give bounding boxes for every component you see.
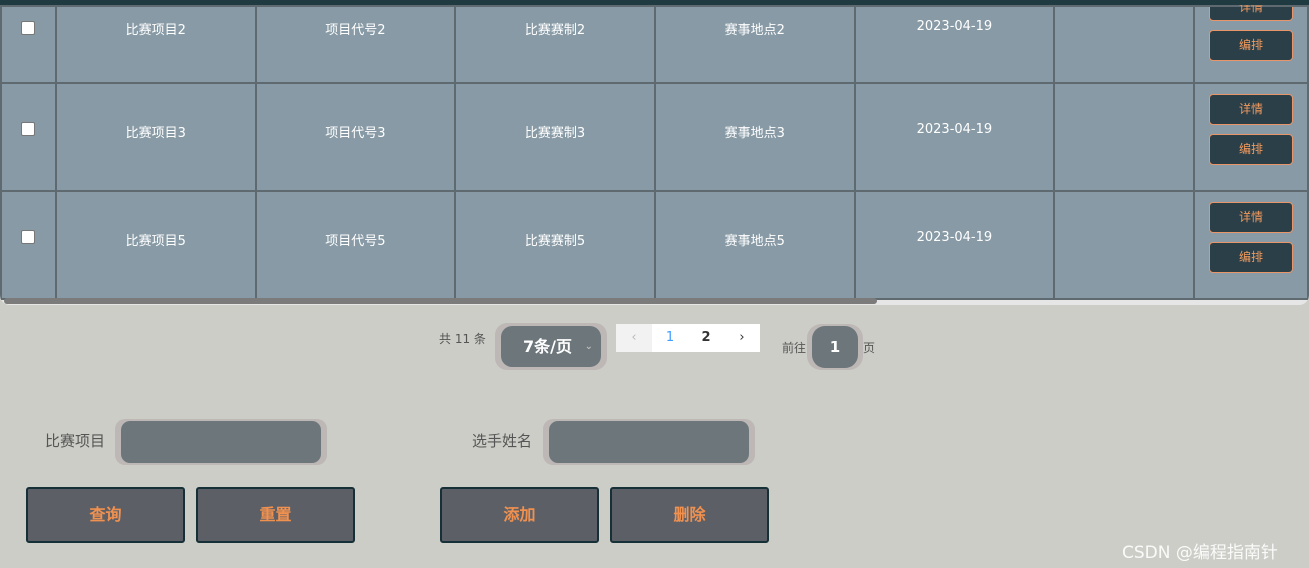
player-label: 选手姓名: [472, 432, 533, 450]
arrange-button[interactable]: 编排: [1209, 242, 1293, 273]
add-button[interactable]: 添加: [440, 487, 599, 543]
cell-extra: [1053, 190, 1195, 300]
cell-venue: 赛事地点3: [653, 82, 856, 192]
cell-project: 比赛项目5: [54, 190, 257, 300]
cell-extra: [1053, 5, 1195, 84]
chevron-down-icon: ⌄: [584, 341, 593, 352]
page-2-button[interactable]: 2: [688, 324, 724, 352]
cell-date: 2023-04-19: [853, 82, 1056, 192]
project-label: 比赛项目: [45, 432, 106, 450]
delete-button[interactable]: 删除: [610, 487, 769, 543]
goto-page-value: 1: [812, 326, 858, 368]
page-size-value: 7条/页: [523, 337, 572, 356]
pager: ‹ 1 2 ›: [616, 324, 760, 352]
table-row: 比赛项目3 项目代号3 比赛赛制3 赛事地点3 2023-04-19 详情 编排: [0, 82, 1309, 192]
chevron-right-icon[interactable]: ›: [724, 324, 760, 352]
horizontal-scrollbar[interactable]: [4, 298, 877, 304]
cell-format: 比赛赛制5: [454, 190, 656, 300]
chevron-left-icon[interactable]: ‹: [616, 324, 652, 352]
cell-code: 项目代号2: [254, 5, 457, 84]
goto-suffix: 页: [863, 341, 876, 355]
row-checkbox[interactable]: [21, 122, 36, 136]
query-button[interactable]: 查询: [26, 487, 185, 543]
cell-code: 项目代号5: [254, 190, 457, 300]
row-checkbox[interactable]: [21, 21, 36, 35]
table-row: 比赛项目5 项目代号5 比赛赛制5 赛事地点5 2023-04-19 详情 编排: [0, 190, 1309, 300]
arrange-button[interactable]: 编排: [1209, 30, 1293, 61]
arrange-button[interactable]: 编排: [1209, 134, 1293, 165]
cell-date: 2023-04-19: [853, 5, 1056, 84]
cell-format: 比赛赛制2: [454, 5, 656, 84]
goto-page-input[interactable]: 1: [807, 324, 863, 370]
page-1-button[interactable]: 1: [652, 324, 688, 352]
table-row: 比赛项目2 项目代号2 比赛赛制2 赛事地点2 2023-04-19 详情 编排: [0, 5, 1309, 84]
project-input-frame: [115, 419, 327, 465]
cell-project: 比赛项目3: [54, 82, 257, 192]
project-input[interactable]: [121, 421, 321, 463]
player-input-frame: [543, 419, 755, 465]
player-input[interactable]: [549, 421, 749, 463]
goto-prefix: 前往: [782, 341, 807, 355]
cell-format: 比赛赛制3: [454, 82, 656, 192]
pagination-total: 共 11 条: [439, 332, 486, 346]
detail-button[interactable]: 详情: [1209, 94, 1293, 125]
watermark: CSDN @编程指南针: [1122, 543, 1278, 563]
cell-venue: 赛事地点2: [653, 5, 856, 84]
data-table: 比赛项目2 项目代号2 比赛赛制2 赛事地点2 2023-04-19 详情 编排…: [0, 5, 1309, 305]
cell-code: 项目代号3: [254, 82, 457, 192]
detail-button[interactable]: 详情: [1209, 5, 1293, 21]
cell-project: 比赛项目2: [54, 5, 257, 84]
cell-date: 2023-04-19: [853, 190, 1056, 300]
cell-extra: [1053, 82, 1195, 192]
reset-button[interactable]: 重置: [196, 487, 355, 543]
cell-venue: 赛事地点5: [653, 190, 856, 300]
page-size-select[interactable]: 7条/页 ⌄: [495, 323, 607, 370]
detail-button[interactable]: 详情: [1209, 202, 1293, 233]
row-checkbox[interactable]: [21, 230, 36, 244]
